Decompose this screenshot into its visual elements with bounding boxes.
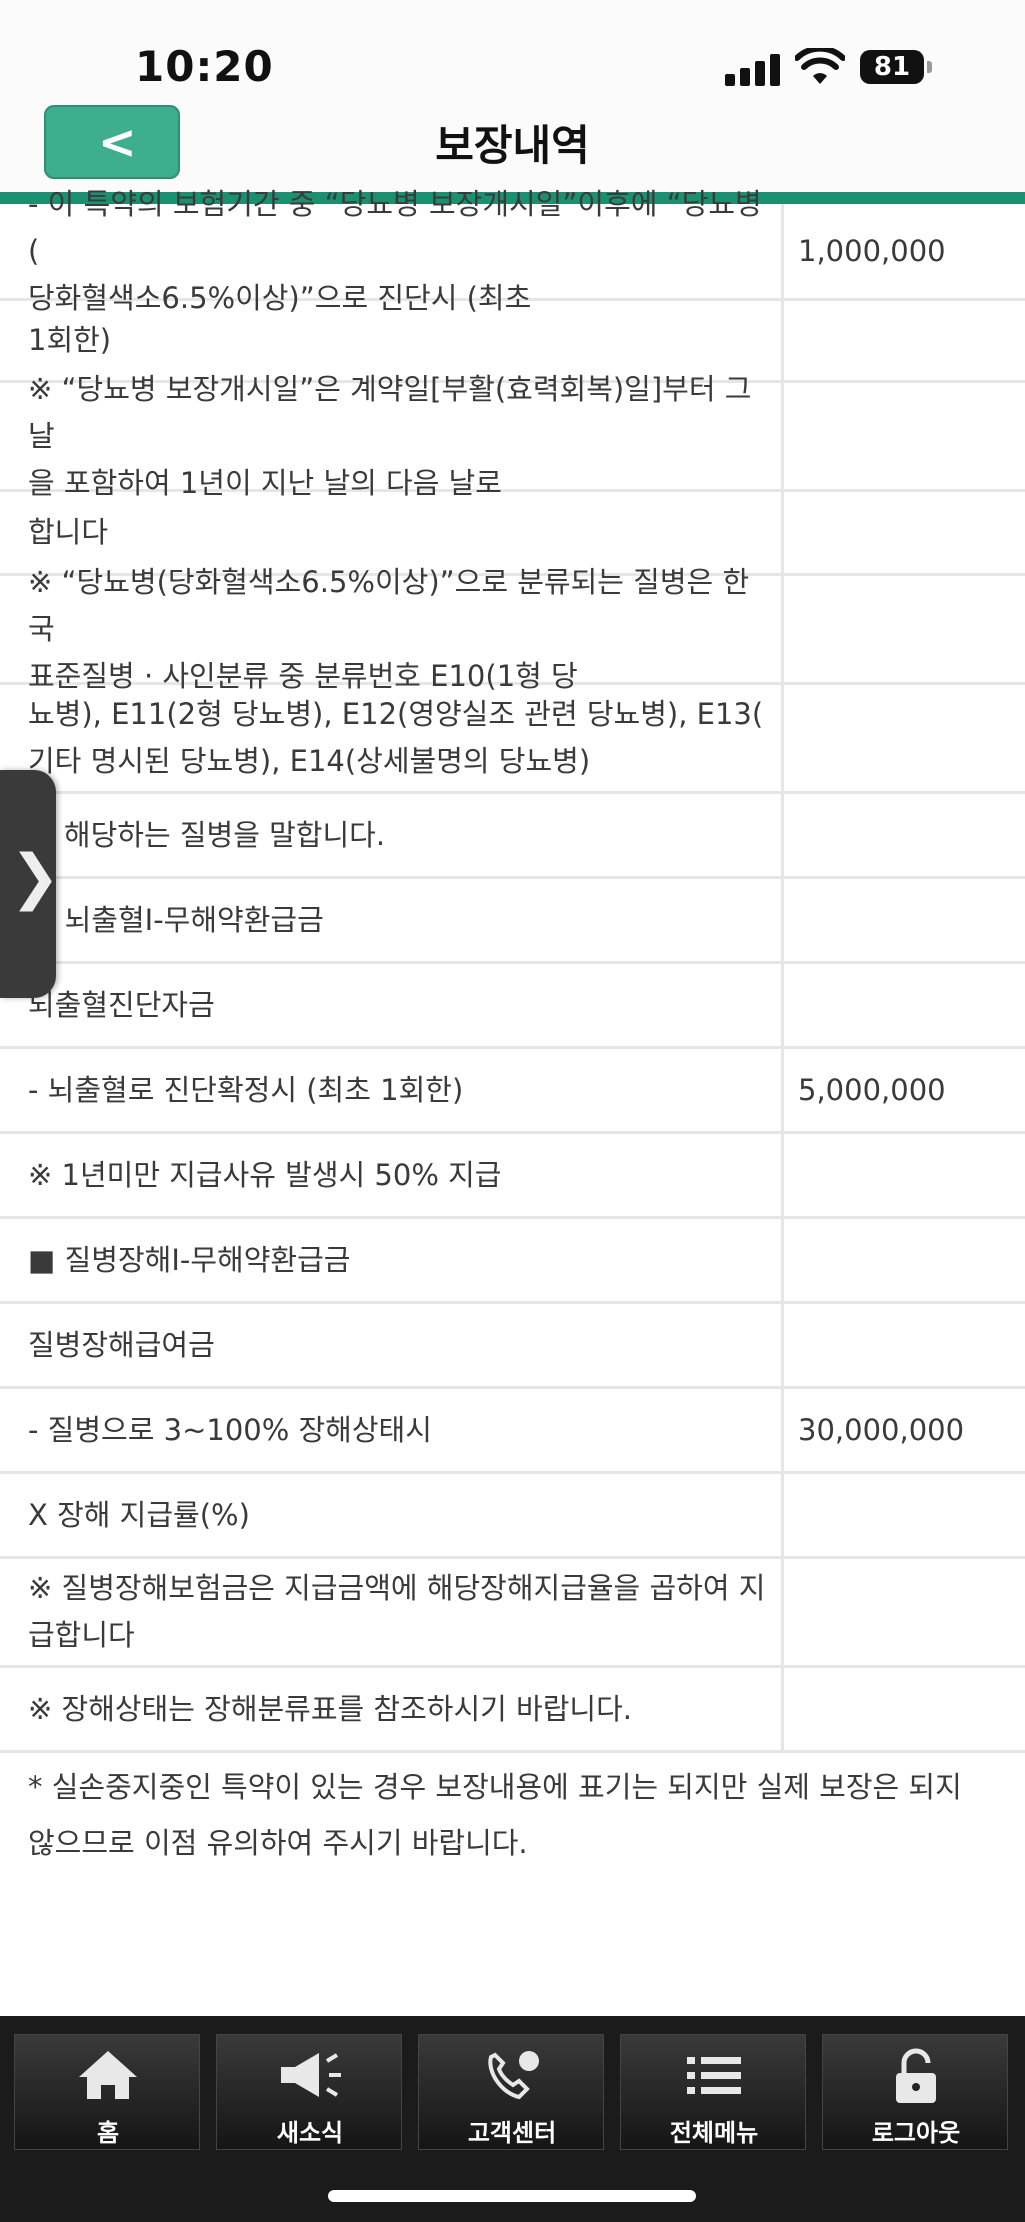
coverage-description: X 장해 지급률(%) xyxy=(0,1474,784,1556)
nav-logout[interactable]: 로그아웃 xyxy=(822,2034,1008,2150)
table-row: ■ 뇌출혈I-무해약환급금 xyxy=(0,879,1025,964)
description-line: ■ 질병장해I-무해약환급금 xyxy=(28,1242,351,1277)
description-line: ※ “당뇨병(당화혈색소6.5%이상)”으로 분류되는 질병은 한국 xyxy=(28,564,750,646)
description-line: - 뇌출혈로 진단확정시 (최초 1회한) xyxy=(28,1072,464,1107)
status-bar: 10:20 81 xyxy=(0,0,1025,100)
menu-icon xyxy=(621,2047,807,2107)
coverage-amount xyxy=(784,685,997,791)
nav-home[interactable]: 홈 xyxy=(14,2034,200,2150)
battery-icon: 81 xyxy=(860,50,924,84)
description-line: 뇌출혈진단자금 xyxy=(28,987,215,1022)
coverage-amount xyxy=(784,794,997,876)
side-drawer-handle[interactable]: ❯ xyxy=(0,770,60,998)
home-indicator xyxy=(328,2190,696,2202)
battery-tip xyxy=(927,61,932,73)
description-line: ※ “당뇨병 보장개시일”은 계약일[부활(효력회복)일]부터 그 날 xyxy=(28,371,752,453)
coverage-description: ※ 장해상태는 장해분류표를 참조하시기 바랍니다. xyxy=(0,1668,784,1750)
description-line: ※ 질병장해보험금은 지급금액에 해당장해지급율을 곱하여 지 xyxy=(28,1571,766,1605)
nav-home-label: 홈 xyxy=(96,2119,120,2147)
description-line: ※ 장해상태는 장해분류표를 참조하시기 바랍니다. xyxy=(28,1691,632,1726)
nav-news-label: 새소식 xyxy=(276,2119,344,2147)
table-row: - 뇌출혈로 진단확정시 (최초 1회한) 5,000,000 xyxy=(0,1049,1025,1134)
coverage-amount xyxy=(784,576,997,682)
table-row: 질병장해급여금 xyxy=(0,1304,1025,1389)
description-line: 질병장해급여금 xyxy=(28,1327,215,1362)
coverage-amount xyxy=(784,879,997,961)
table-row: ※ “당뇨병 보장개시일”은 계약일[부활(효력회복)일]부터 그 날을 포함하… xyxy=(0,372,1025,500)
coverage-description: ※ “당뇨병(당화혈색소6.5%이상)”으로 분류되는 질병은 한국 표준질병 ·… xyxy=(0,565,784,693)
description-line: ■ 뇌출혈I-무해약환급금 xyxy=(28,902,324,937)
footnote: * 실손중지중인 특약이 있는 경우 보장내용에 표기는 되지만 실제 보장은 … xyxy=(28,1770,962,1860)
coverage-description: ※ 1년미만 지급사유 발생시 50% 지급 xyxy=(0,1134,784,1216)
table-row: ※ “당뇨병(당화혈색소6.5%이상)”으로 분류되는 질병은 한국 표준질병 ·… xyxy=(0,565,1025,693)
description-line: 기타 명시된 당뇨병), E14(상세불명의 당뇨병) xyxy=(28,744,591,778)
coverage-amount xyxy=(784,492,997,573)
coverage-amount xyxy=(784,964,997,1046)
description-line: 급합니다 xyxy=(28,1618,135,1652)
table-row: - 이 특약의 보험기간 중 “당뇨병 보장개시일”이후에 “당뇨병(당화혈색소… xyxy=(0,187,1025,315)
coverage-amount xyxy=(784,1474,997,1556)
cellular-signal-icon xyxy=(725,52,783,86)
coverage-amount xyxy=(784,1134,997,1216)
coverage-description: 뇌출혈진단자금 xyxy=(0,964,784,1046)
coverage-description: - 뇌출혈로 진단확정시 (최초 1회한) xyxy=(0,1049,784,1131)
table-row: ※ 장해상태는 장해분류표를 참조하시기 바랍니다. xyxy=(0,1668,1025,1753)
coverage-description: - 이 특약의 보험기간 중 “당뇨병 보장개시일”이후에 “당뇨병(당화혈색소… xyxy=(0,187,784,315)
description-line: 1회한) xyxy=(28,323,112,357)
coverage-amount xyxy=(784,1559,997,1665)
nav-all-menu[interactable]: 전체메뉴 xyxy=(620,2034,806,2150)
page-title: 보장내역 xyxy=(435,121,590,170)
coverage-amount xyxy=(784,1668,997,1750)
description-line: - 이 특약의 보험기간 중 “당뇨병 보장개시일”이후에 “당뇨병( xyxy=(28,186,762,268)
coverage-amount xyxy=(784,301,997,380)
table-row: X 장해 지급률(%) xyxy=(0,1474,1025,1559)
coverage-description: ※ “당뇨병 보장개시일”은 계약일[부활(효력회복)일]부터 그 날을 포함하… xyxy=(0,372,784,500)
table-row: 에 해당하는 질병을 말합니다. xyxy=(0,794,1025,879)
nav-news[interactable]: 새소식 xyxy=(216,2034,402,2150)
coverage-amount: 5,000,000 xyxy=(798,1073,946,1107)
description-line: 에 해당하는 질병을 말합니다. xyxy=(28,817,386,852)
coverage-description: - 질병으로 3~100% 장해상태시 xyxy=(0,1389,784,1471)
lock-icon xyxy=(823,2047,1009,2109)
description-line: X 장해 지급률(%) xyxy=(28,1497,250,1532)
nav-customer-center-label: 고객센터 xyxy=(467,2119,557,2147)
description-line: 합니다 xyxy=(28,515,109,549)
description-line: - 질병으로 3~100% 장해상태시 xyxy=(28,1412,432,1447)
phone-icon xyxy=(419,2047,605,2107)
table-row: - 질병으로 3~100% 장해상태시 30,000,000 xyxy=(0,1389,1025,1474)
coverage-amount xyxy=(784,1304,997,1386)
table-row: ※ 질병장해보험금은 지급금액에 해당장해지급율을 곱하여 지급합니다 xyxy=(0,1559,1025,1668)
coverage-description: ※ 질병장해보험금은 지급금액에 해당장해지급율을 곱하여 지급합니다 xyxy=(0,1559,784,1665)
coverage-amount: 1,000,000 xyxy=(798,234,946,268)
nav-all-menu-label: 전체메뉴 xyxy=(669,2119,759,2147)
description-line: 뇨병), E11(2형 당뇨병), E12(영양실조 관련 당뇨병), E13( xyxy=(28,697,764,731)
table-row: ※ 1년미만 지급사유 발생시 50% 지급 xyxy=(0,1134,1025,1219)
table-row: ■ 질병장해I-무해약환급금 xyxy=(0,1219,1025,1304)
megaphone-icon xyxy=(217,2047,403,2107)
coverage-description: 뇨병), E11(2형 당뇨병), E12(영양실조 관련 당뇨병), E13(… xyxy=(0,685,784,791)
coverage-description: 에 해당하는 질병을 말합니다. xyxy=(0,794,784,876)
wifi-icon xyxy=(795,48,845,84)
coverage-table: - 이 특약의 보험기간 중 “당뇨병 보장개시일”이후에 “당뇨병(당화혈색소… xyxy=(0,187,1025,1871)
chevron-right-icon: ❯ xyxy=(10,842,61,912)
coverage-amount: 30,000,000 xyxy=(798,1413,965,1447)
coverage-description: 질병장해급여금 xyxy=(0,1304,784,1386)
description-line: ※ 1년미만 지급사유 발생시 50% 지급 xyxy=(28,1157,502,1192)
coverage-amount xyxy=(784,1219,997,1301)
table-row: 뇌출혈진단자금 xyxy=(0,964,1025,1049)
status-time: 10:20 xyxy=(135,42,274,91)
nav-logout-label: 로그아웃 xyxy=(871,2119,961,2147)
coverage-amount xyxy=(784,383,997,489)
table-row: 뇨병), E11(2형 당뇨병), E12(영양실조 관련 당뇨병), E13(… xyxy=(0,685,1025,794)
coverage-description: ■ 뇌출혈I-무해약환급금 xyxy=(0,879,784,961)
nav-customer-center[interactable]: 고객센터 xyxy=(418,2034,604,2150)
coverage-description: ■ 질병장해I-무해약환급금 xyxy=(0,1219,784,1301)
home-icon xyxy=(15,2047,201,2107)
